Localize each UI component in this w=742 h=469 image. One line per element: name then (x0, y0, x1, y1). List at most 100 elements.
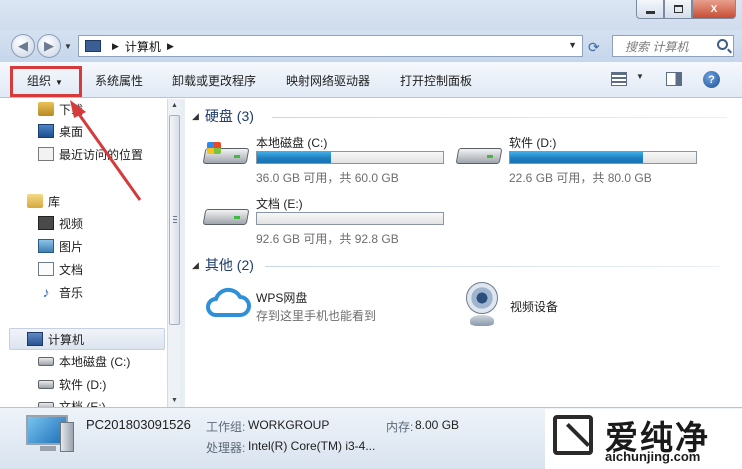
drive-c[interactable]: 本地磁盘 (C:) 36.0 GB 可用，共 60.0 GB (202, 134, 454, 186)
navigation-pane: 下载 桌面 最近访问的位置 库 视频 图片 文档 ♪ 音乐 计算机 本地磁盘 (C… (0, 99, 180, 407)
breadcrumb-computer[interactable]: 计算机 (125, 38, 161, 55)
breadcrumb-separator-icon[interactable]: ▶ (167, 41, 174, 52)
drive-icon (38, 379, 54, 389)
close-button[interactable]: X (692, 0, 736, 19)
drive-icon (455, 142, 503, 170)
preview-pane-icon[interactable] (666, 72, 682, 86)
group-divider (272, 117, 727, 118)
video-icon (38, 216, 54, 230)
brand-logo-icon (553, 415, 593, 455)
breadcrumb-separator-icon[interactable]: ▶ (112, 41, 119, 52)
search-input[interactable]: 搜索 计算机 (612, 35, 734, 57)
close-icon: X (710, 3, 718, 15)
sidebar-item-label: 下载 (59, 102, 84, 117)
forward-arrow-icon: ▶ (44, 38, 54, 53)
drive-icon (38, 356, 54, 366)
sidebar-item-label: 软件 (D:) (59, 377, 107, 392)
uninstall-program-button[interactable]: 卸载或更改程序 (172, 72, 256, 89)
view-options-dropdown-icon[interactable]: ▼ (636, 72, 644, 81)
drive-usage-bar (509, 151, 697, 164)
system-drive-icon (202, 142, 250, 170)
help-icon[interactable]: ? (703, 71, 720, 88)
wps-cloud-drive[interactable]: WPS网盘 存到这里手机也能看到 (204, 285, 444, 327)
drive-free-space: 22.6 GB 可用，共 80.0 GB (509, 171, 652, 185)
address-dropdown-icon[interactable]: ▼ (568, 40, 577, 50)
collapse-triangle-icon[interactable]: ◢ (192, 260, 199, 271)
cloud-icon (206, 287, 251, 317)
maximize-icon (673, 5, 683, 13)
drive-e[interactable]: 文档 (E:) 92.6 GB 可用，共 92.8 GB (202, 195, 454, 247)
sidebar-item-pictures[interactable]: 图片 (38, 236, 83, 256)
video-device-label[interactable]: 视频设备 (510, 298, 558, 315)
sidebar-item-recent-places[interactable]: 最近访问的位置 (38, 144, 143, 164)
back-button[interactable]: ◀ (11, 34, 35, 58)
sidebar-item-drive-d[interactable]: 软件 (D:) (38, 374, 106, 394)
pane-splitter[interactable] (180, 99, 185, 407)
item-name: WPS网盘 (256, 291, 308, 305)
map-network-drive-button[interactable]: 映射网络驱动器 (286, 72, 370, 89)
sidebar-item-label: 本地磁盘 (C:) (59, 354, 131, 369)
change-view-icon[interactable] (611, 72, 627, 86)
sidebar-item-videos[interactable]: 视频 (38, 213, 83, 233)
drive-name: 本地磁盘 (C:) (256, 136, 328, 150)
memory-label: 内存: (386, 420, 414, 434)
minimize-button[interactable] (636, 0, 664, 19)
drive-name: 软件 (D:) (509, 136, 557, 150)
sidebar-item-label: 桌面 (59, 124, 84, 139)
item-description: 存到这里手机也能看到 (256, 309, 377, 323)
group-header-other[interactable]: ◢ 其他 (2) (192, 256, 254, 274)
system-properties-button[interactable]: 系统属性 (95, 72, 143, 89)
sidebar-item-label: 文档 (59, 262, 84, 277)
drive-icon (202, 203, 250, 231)
drive-free-space: 92.6 GB 可用，共 92.8 GB (256, 232, 399, 246)
drive-usage-fill (510, 152, 644, 163)
recent-places-icon (38, 147, 54, 161)
sidebar-item-computer[interactable]: 计算机 (27, 329, 84, 349)
sidebar-item-downloads[interactable]: 下载 (38, 99, 83, 119)
recent-pages-dropdown-icon[interactable]: ▼ (64, 42, 72, 51)
search-placeholder: 搜索 计算机 (625, 39, 689, 54)
sidebar-item-desktop[interactable]: 桌面 (38, 121, 83, 141)
collapse-triangle-icon[interactable]: ◢ (192, 111, 199, 122)
group-header-label: 硬盘 (3) (204, 108, 254, 124)
scrollbar-thumb[interactable] (169, 115, 180, 325)
processor-value: Intel(R) Core(TM) i3-4... (248, 439, 376, 453)
computer-name: PC201803091526 (86, 417, 191, 432)
group-header-hard-disks[interactable]: ◢ 硬盘 (3) (192, 107, 254, 125)
open-control-panel-button[interactable]: 打开控制面板 (400, 72, 472, 89)
sidebar-item-documents[interactable]: 文档 (38, 259, 83, 279)
minimize-icon (645, 10, 655, 14)
sidebar-item-label: 音乐 (59, 285, 84, 300)
sidebar-scrollbar[interactable]: ▲ ▼ (167, 99, 180, 407)
workgroup-label: 工作组: (206, 420, 246, 434)
search-icon[interactable] (717, 39, 728, 50)
refresh-icon[interactable]: ⟳ (588, 39, 600, 56)
sidebar-item-music[interactable]: ♪ 音乐 (38, 282, 84, 302)
drive-d[interactable]: 软件 (D:) 22.6 GB 可用，共 80.0 GB (455, 134, 707, 186)
forward-button[interactable]: ▶ (37, 34, 61, 58)
window-controls: X (636, 0, 736, 19)
desktop-icon (38, 124, 54, 138)
group-header-label: 其他 (2) (204, 257, 254, 273)
sidebar-item-libraries[interactable]: 库 (27, 191, 60, 211)
sidebar-item-label: 文档 (E:) (59, 399, 106, 408)
workgroup-value: WORKGROUP (248, 418, 330, 432)
webcam-icon[interactable] (464, 282, 500, 328)
address-bar-area: ◀ ▶ ▼ ▶ 计算机 ▶ ▼ ⟳ 搜索 计算机 (0, 30, 742, 62)
maximize-button[interactable] (664, 0, 692, 19)
sidebar-item-drive-e[interactable]: 文档 (E:) (38, 396, 106, 407)
documents-icon (38, 262, 54, 276)
address-field[interactable]: ▶ 计算机 ▶ ▼ (78, 35, 583, 57)
drive-usage-bar (256, 151, 444, 164)
back-arrow-icon: ◀ (18, 38, 28, 53)
watermark-url: aichunjing.com (605, 449, 701, 464)
music-icon: ♪ (42, 284, 50, 300)
sidebar-item-label: 计算机 (48, 332, 85, 347)
command-toolbar: 组织 ▼ 系统属性 卸载或更改程序 映射网络驱动器 打开控制面板 (0, 62, 742, 98)
sidebar-item-drive-c[interactable]: 本地磁盘 (C:) (38, 351, 130, 371)
grip-icon (173, 216, 177, 225)
sidebar-item-label: 图片 (59, 239, 84, 254)
watermark: 爱纯净 aichunjing.com (545, 409, 742, 469)
memory-value: 8.00 GB (415, 418, 460, 432)
pictures-icon (38, 239, 54, 253)
